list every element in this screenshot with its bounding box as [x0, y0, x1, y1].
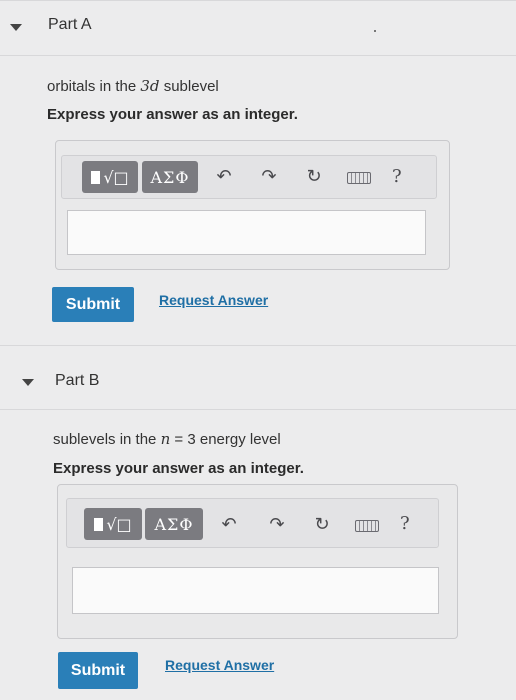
part-b-greek-button[interactable]: ΑΣΦ	[145, 508, 203, 540]
part-a-submit-button[interactable]: Submit	[52, 287, 134, 322]
radical-template-icon	[91, 170, 101, 184]
radical-template-icon	[94, 517, 104, 531]
part-a-question-var: 3d	[140, 77, 160, 95]
part-b-answer-panel: √□ ΑΣΦ ↶ ↷ ↻ ?	[57, 484, 458, 639]
help-button[interactable]: ?	[400, 513, 410, 534]
redo-icon[interactable]: ↷	[265, 515, 289, 535]
part-a-template-button[interactable]: √□	[82, 161, 138, 193]
part-b-answer-input[interactable]	[72, 567, 439, 614]
help-button[interactable]: ?	[392, 166, 402, 187]
greek-letters-label: ΑΣΦ	[150, 167, 190, 187]
part-b-instruction: Express your answer as an integer.	[53, 460, 304, 477]
part-b-header-divider	[0, 409, 516, 410]
part-b-question-suffix: = 3 energy level	[170, 431, 281, 448]
part-a-greek-button[interactable]: ΑΣΦ	[142, 161, 198, 193]
part-b-question-var: n	[160, 430, 171, 448]
reset-icon[interactable]: ↻	[302, 167, 326, 187]
part-a-question: orbitals in the 3d sublevel	[47, 77, 219, 95]
reset-icon[interactable]: ↻	[310, 515, 334, 535]
part-b-question-text: sublevels in the	[53, 431, 161, 448]
part-b-toolbar: √□ ΑΣΦ ↶ ↷ ↻ ?	[66, 498, 439, 548]
top-divider	[0, 0, 516, 1]
part-separator	[0, 345, 516, 346]
part-b-template-button[interactable]: √□	[84, 508, 142, 540]
part-a-title: Part A	[48, 16, 92, 33]
keyboard-icon[interactable]	[355, 520, 379, 532]
part-a-question-text: orbitals in the	[47, 78, 141, 95]
collapse-triangle-icon[interactable]	[10, 24, 22, 31]
part-a-question-suffix: sublevel	[159, 78, 219, 95]
collapse-triangle-icon[interactable]	[22, 379, 34, 386]
part-a-header-divider	[0, 55, 516, 56]
part-b-submit-button[interactable]: Submit	[58, 652, 138, 689]
part-a-instruction: Express your answer as an integer.	[47, 106, 298, 123]
part-a-toolbar: √□ ΑΣΦ ↶ ↷ ↻ ?	[61, 155, 437, 199]
redo-icon[interactable]: ↷	[257, 167, 281, 187]
part-a-answer-input[interactable]	[67, 210, 426, 255]
part-b-request-answer-link[interactable]: Request Answer	[165, 657, 274, 673]
undo-icon[interactable]: ↶	[217, 515, 241, 535]
part-b-title: Part B	[55, 372, 100, 389]
undo-icon[interactable]: ↶	[212, 167, 236, 187]
part-b-question: sublevels in the n = 3 energy level	[53, 430, 281, 448]
greek-letters-label: ΑΣΦ	[154, 514, 194, 534]
keyboard-icon[interactable]	[347, 172, 371, 184]
part-a-request-answer-link[interactable]: Request Answer	[159, 292, 268, 308]
decorative-dot	[374, 30, 376, 32]
part-a-answer-panel: √□ ΑΣΦ ↶ ↷ ↻ ?	[55, 140, 450, 270]
